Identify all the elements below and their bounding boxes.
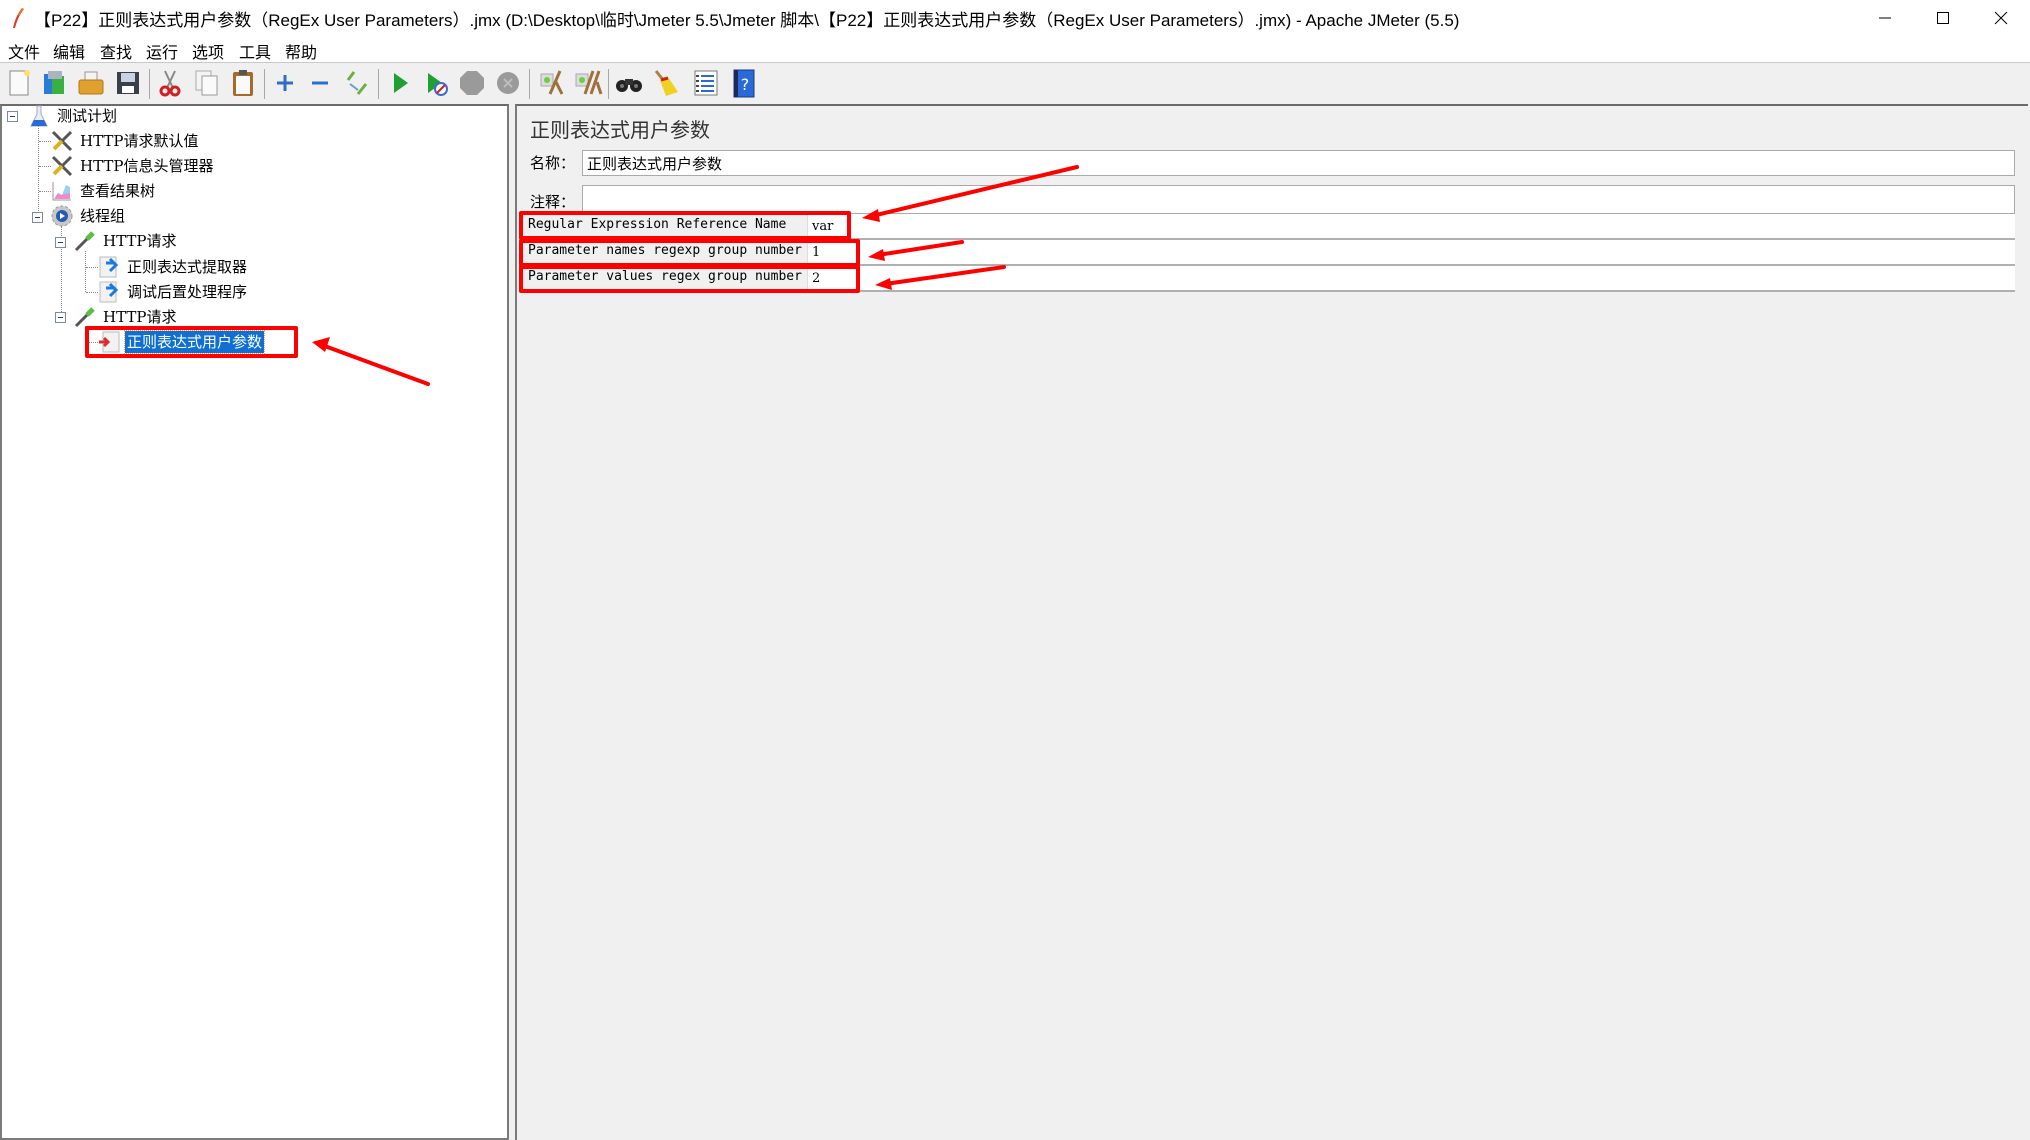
config-element-icon [51,155,73,177]
menu-search[interactable]: 查找 [100,39,132,63]
minimize-icon [1879,17,1891,19]
menu-edit[interactable]: 编辑 [53,39,85,63]
values-group-input[interactable]: 2 [809,268,820,290]
tree-expander-http-request-1[interactable] [55,237,66,248]
start-no-pauses-icon[interactable] [421,68,451,98]
param-row-values-group: Parameter values regex group number 2 [520,266,2015,292]
tree-node-label: 测试计划 [57,107,118,125]
tree-line [38,125,39,217]
test-plan-tree [0,104,509,1140]
tree-node-debug-postprocessor[interactable]: 调试后置处理程序 [97,280,249,304]
search-icon[interactable] [614,68,644,98]
tree-node-http-request-1[interactable]: HTTP请求 [73,229,178,253]
paste-icon[interactable] [228,68,258,98]
toolbar-separator [608,69,609,99]
menu-help[interactable]: 帮助 [285,39,317,63]
toolbar-separator [264,69,265,99]
tree-node-label: HTTP请求 [103,308,177,326]
toolbar-separator [149,69,150,99]
window-title: 【P22】正则表达式用户参数（RegEx User Parameters）.jm… [34,11,1460,30]
listener-icon [52,182,71,201]
thread-group-icon [51,205,73,227]
post-processor-icon [99,256,119,278]
toolbar: ? [0,62,2030,104]
reset-search-icon[interactable] [650,68,680,98]
tree-node-thread-group[interactable]: 线程组 [50,204,127,228]
tree-node-label: 线程组 [80,207,126,225]
function-helper-icon[interactable] [691,68,721,98]
name-label: 名称： [530,154,576,172]
param-row-names-group: Parameter names regexp group number 1 [520,240,2015,266]
minimize-button[interactable] [1856,0,1914,36]
names-group-label: Parameter names regexp group number [520,240,808,264]
panel-title: 正则表达式用户参数 [530,118,710,142]
sampler-icon [74,231,95,252]
open-icon[interactable] [76,68,106,98]
menu-file[interactable]: 文件 [8,39,40,63]
tree-node-label: HTTP请求 [103,232,177,250]
maximize-button[interactable] [1914,0,1972,36]
sampler-icon [74,307,95,328]
tree-expander-test-plan[interactable] [7,111,18,122]
values-group-label: Parameter values regex group number [520,266,808,290]
tree-node-label: HTTP请求默认值 [80,132,199,150]
toolbar-separator [529,69,530,99]
collapse-all-icon[interactable] [305,68,335,98]
help-icon[interactable]: ? [729,68,759,98]
new-icon[interactable] [4,68,34,98]
close-button[interactable] [1972,0,2030,36]
templates-icon[interactable] [40,68,70,98]
maximize-icon [1937,12,1949,24]
menu-tools[interactable]: 工具 [239,39,271,63]
test-plan-icon [30,105,48,127]
post-processor-icon [99,281,119,303]
reference-name-input[interactable]: var [809,216,833,238]
tree-expander-http-request-2[interactable] [55,312,66,323]
comment-input[interactable] [582,185,2015,214]
jmeter-feather-icon [13,8,24,28]
name-input[interactable]: 正则表达式用户参数 [582,150,2015,176]
tree-node-http-defaults[interactable]: HTTP请求默认值 [50,129,200,153]
svg-text:?: ? [741,75,750,94]
copy-icon[interactable] [192,68,222,98]
tree-node-view-results-tree[interactable]: 查看结果树 [50,179,157,203]
reference-name-label: Regular Expression Reference Name [520,214,808,238]
tree-node-label-selected: 正则表达式用户参数 [123,330,266,354]
shutdown-icon[interactable] [493,68,523,98]
save-icon[interactable] [113,68,143,98]
names-group-input[interactable]: 1 [809,242,820,264]
comment-label: 注释： [530,193,576,211]
tree-node-regex-extractor[interactable]: 正则表达式提取器 [97,255,249,279]
clear-icon[interactable] [536,68,566,98]
tree-node-label: 调试后置处理程序 [127,283,248,301]
pre-processor-icon [99,331,120,353]
tree-node-header-manager[interactable]: HTTP信息头管理器 [50,154,215,178]
tree-node-http-request-2[interactable]: HTTP请求 [73,305,178,329]
title-bar: 【P22】正则表达式用户参数（RegEx User Parameters）.jm… [0,0,2030,36]
close-icon [1994,11,2008,25]
cut-icon[interactable] [155,68,185,98]
toggle-icon[interactable] [342,68,372,98]
menu-options[interactable]: 选项 [192,39,224,63]
expand-all-icon[interactable] [270,68,300,98]
tree-node-label: 查看结果树 [80,182,156,200]
menu-run[interactable]: 运行 [146,39,178,63]
tree-node-test-plan[interactable]: 测试计划 [27,104,119,128]
tree-line [85,251,86,292]
start-icon[interactable] [385,68,415,98]
config-element-icon [51,130,73,152]
tree-node-label: 正则表达式提取器 [127,258,248,276]
clear-all-icon[interactable] [573,68,603,98]
menu-bar: 文件 编辑 查找 运行 选项 工具 帮助 [0,36,2030,62]
tree-node-regex-user-parameters[interactable]: 正则表达式用户参数 [97,330,266,354]
stop-icon[interactable] [457,68,487,98]
param-row-reference-name: Regular Expression Reference Name var [520,214,2015,240]
toolbar-separator [378,69,379,99]
tree-node-label: HTTP信息头管理器 [80,157,214,175]
tree-expander-thread-group[interactable] [32,212,43,223]
